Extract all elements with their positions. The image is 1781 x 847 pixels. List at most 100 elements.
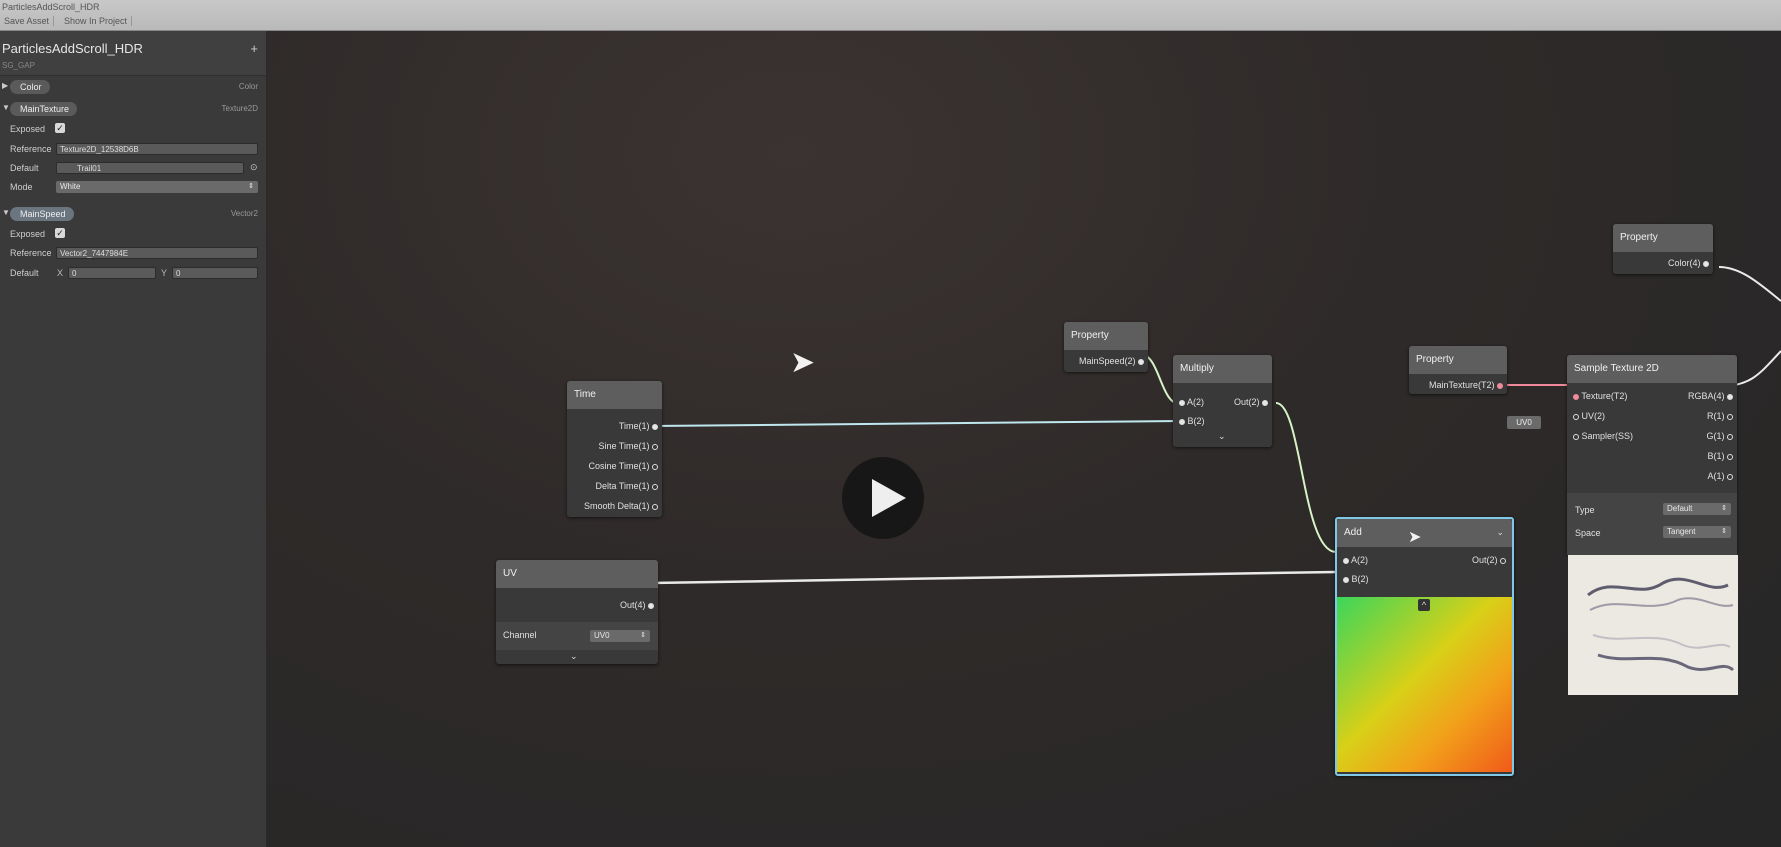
- preview-gradient-image: [1337, 597, 1512, 772]
- mode-row: Mode White: [0, 179, 266, 195]
- b-output-port[interactable]: B(1): [1707, 451, 1733, 461]
- uv0-default-chip[interactable]: UV0: [1507, 416, 1541, 429]
- wire-time-multiply: [651, 420, 1181, 427]
- color-output-port[interactable]: Color(4): [1668, 258, 1709, 268]
- property-pill[interactable]: MainSpeed: [10, 207, 74, 221]
- default-row: Default Trail01 ⊙: [0, 160, 266, 176]
- y-label: Y: [161, 268, 168, 278]
- property-pill[interactable]: Color: [10, 80, 50, 94]
- default-x-input[interactable]: 0: [68, 267, 156, 279]
- channel-dropdown[interactable]: UV0: [590, 630, 650, 642]
- type-dropdown[interactable]: Default: [1663, 503, 1731, 515]
- collapse-preview-icon[interactable]: ^: [1418, 599, 1430, 611]
- property-type: Vector2: [230, 209, 258, 218]
- collapse-arrow-icon[interactable]: ▼: [2, 103, 10, 112]
- property-row-maintexture[interactable]: ▼ MainTexture Texture2D: [0, 101, 266, 117]
- blackboard-header: ParticlesAddScroll_HDR SG_GAP +: [0, 31, 266, 76]
- time-node[interactable]: Time Time(1) Sine Time(1) Cosine Time(1)…: [567, 381, 662, 517]
- port-dot-icon: [652, 443, 658, 450]
- multiply-input-b-port[interactable]: B(2): [1179, 416, 1205, 426]
- exposed-label: Exposed: [10, 229, 46, 239]
- reference-row: Reference Vector2_7447984E: [0, 245, 266, 261]
- property-node-title: Property: [1613, 224, 1713, 252]
- port-dot-icon: [1343, 576, 1349, 583]
- property-pill[interactable]: MainTexture: [10, 102, 78, 116]
- default-y-input[interactable]: 0: [172, 267, 258, 279]
- default-texture-field[interactable]: Trail01: [56, 162, 244, 174]
- texture-input-port[interactable]: Texture(T2): [1573, 391, 1627, 401]
- blackboard-subtitle: SG_GAP: [2, 61, 35, 70]
- mainspeed-output-port[interactable]: MainSpeed(2): [1079, 356, 1144, 366]
- mouse-cursor-icon: ➤: [1408, 529, 1422, 546]
- type-label: Type: [1575, 505, 1595, 515]
- multiply-input-a-port[interactable]: A(2): [1179, 397, 1204, 407]
- property-row-mainspeed[interactable]: ▼ MainSpeed Vector2: [0, 206, 266, 222]
- add-property-button[interactable]: +: [250, 41, 258, 56]
- reference-label: Reference: [10, 144, 52, 154]
- uv-node-title: UV: [496, 560, 658, 588]
- mainspeed-property-node[interactable]: Property MainSpeed(2): [1064, 322, 1148, 372]
- video-play-button[interactable]: [842, 457, 924, 539]
- rgba-output-port[interactable]: RGBA(4): [1688, 391, 1733, 401]
- port-dot-icon: [1573, 433, 1579, 440]
- collapse-arrow-icon[interactable]: ▼: [2, 208, 10, 217]
- reference-input[interactable]: Texture2D_12538D6B: [56, 143, 258, 155]
- mode-dropdown[interactable]: White: [56, 181, 258, 193]
- uv-node[interactable]: UV Out(4) Channel UV0 ⌄: [496, 560, 658, 664]
- mouse-cursor-icon: ➤: [790, 346, 816, 379]
- add-input-b-port[interactable]: B(2): [1343, 574, 1369, 584]
- collapse-chevron-icon[interactable]: ⌄: [1218, 431, 1226, 442]
- x-label: X: [57, 268, 64, 278]
- time-output-port[interactable]: Time(1): [619, 421, 658, 431]
- graph-canvas[interactable]: Time Time(1) Sine Time(1) Cosine Time(1)…: [262, 31, 1781, 847]
- expand-arrow-icon[interactable]: ▶: [2, 81, 8, 90]
- uv-output-port[interactable]: Out(4): [620, 600, 654, 610]
- maintexture-property-node[interactable]: Property MainTexture(T2): [1409, 346, 1507, 394]
- port-dot-icon: [1727, 433, 1733, 440]
- add-output-port[interactable]: Out(2): [1472, 555, 1506, 565]
- sine-time-output-port[interactable]: Sine Time(1): [598, 441, 658, 451]
- port-dot-icon: [1703, 260, 1709, 267]
- color-property-node[interactable]: Property Color(4): [1613, 224, 1713, 274]
- port-dot-icon: [1179, 418, 1185, 425]
- port-dot-icon: [1727, 393, 1733, 400]
- reference-input[interactable]: Vector2_7447984E: [56, 247, 258, 259]
- smooth-delta-output-port[interactable]: Smooth Delta(1): [584, 501, 658, 511]
- sample-texture-2d-node[interactable]: Sample Texture 2D Texture(T2) UV(2) Samp…: [1567, 355, 1737, 555]
- default-row: Default X 0 Y 0: [0, 265, 266, 281]
- blackboard-title: ParticlesAddScroll_HDR: [2, 41, 143, 56]
- port-dot-icon: [1573, 413, 1579, 420]
- save-asset-button[interactable]: Save Asset: [0, 16, 55, 26]
- property-type: Color: [238, 82, 258, 91]
- port-dot-icon: [652, 423, 658, 430]
- sampler-input-port[interactable]: Sampler(SS): [1573, 431, 1633, 441]
- uv-input-port[interactable]: UV(2): [1573, 411, 1605, 421]
- a-output-port[interactable]: A(1): [1707, 471, 1733, 481]
- add-input-a-port[interactable]: A(2): [1343, 555, 1368, 565]
- blackboard-panel: ParticlesAddScroll_HDR SG_GAP + ▶ Color …: [0, 31, 267, 847]
- space-label: Space: [1575, 528, 1601, 538]
- port-dot-icon: [1138, 358, 1144, 365]
- collapse-chevron-icon[interactable]: ⌄: [570, 651, 578, 662]
- add-node[interactable]: Add ⌄ A(2) B(2) Out(2) ^: [1335, 517, 1514, 776]
- object-picker-icon[interactable]: ⊙: [250, 162, 258, 173]
- connection-wires: [650, 266, 1781, 585]
- dropdown-chevron-icon[interactable]: ⌄: [1496, 527, 1504, 538]
- reference-label: Reference: [10, 248, 52, 258]
- port-dot-icon: [1727, 453, 1733, 460]
- g-output-port[interactable]: G(1): [1706, 431, 1733, 441]
- multiply-output-port[interactable]: Out(2): [1234, 397, 1268, 407]
- maintexture-output-port[interactable]: MainTexture(T2): [1429, 380, 1503, 390]
- window-tab-title[interactable]: ParticlesAddScroll_HDR: [2, 2, 100, 12]
- property-row-color[interactable]: ▶ Color Color: [0, 79, 266, 95]
- cosine-time-output-port[interactable]: Cosine Time(1): [588, 461, 658, 471]
- exposed-checkbox[interactable]: ✓: [55, 123, 65, 133]
- exposed-checkbox[interactable]: ✓: [55, 228, 65, 238]
- default-label: Default: [10, 163, 39, 173]
- multiply-node[interactable]: Multiply A(2) B(2) Out(2) ⌄: [1173, 355, 1272, 447]
- uv-node-settings: Channel UV0: [496, 622, 658, 650]
- r-output-port[interactable]: R(1): [1707, 411, 1733, 421]
- show-in-project-button[interactable]: Show In Project: [60, 16, 133, 26]
- space-dropdown[interactable]: Tangent: [1663, 526, 1731, 538]
- delta-time-output-port[interactable]: Delta Time(1): [595, 481, 658, 491]
